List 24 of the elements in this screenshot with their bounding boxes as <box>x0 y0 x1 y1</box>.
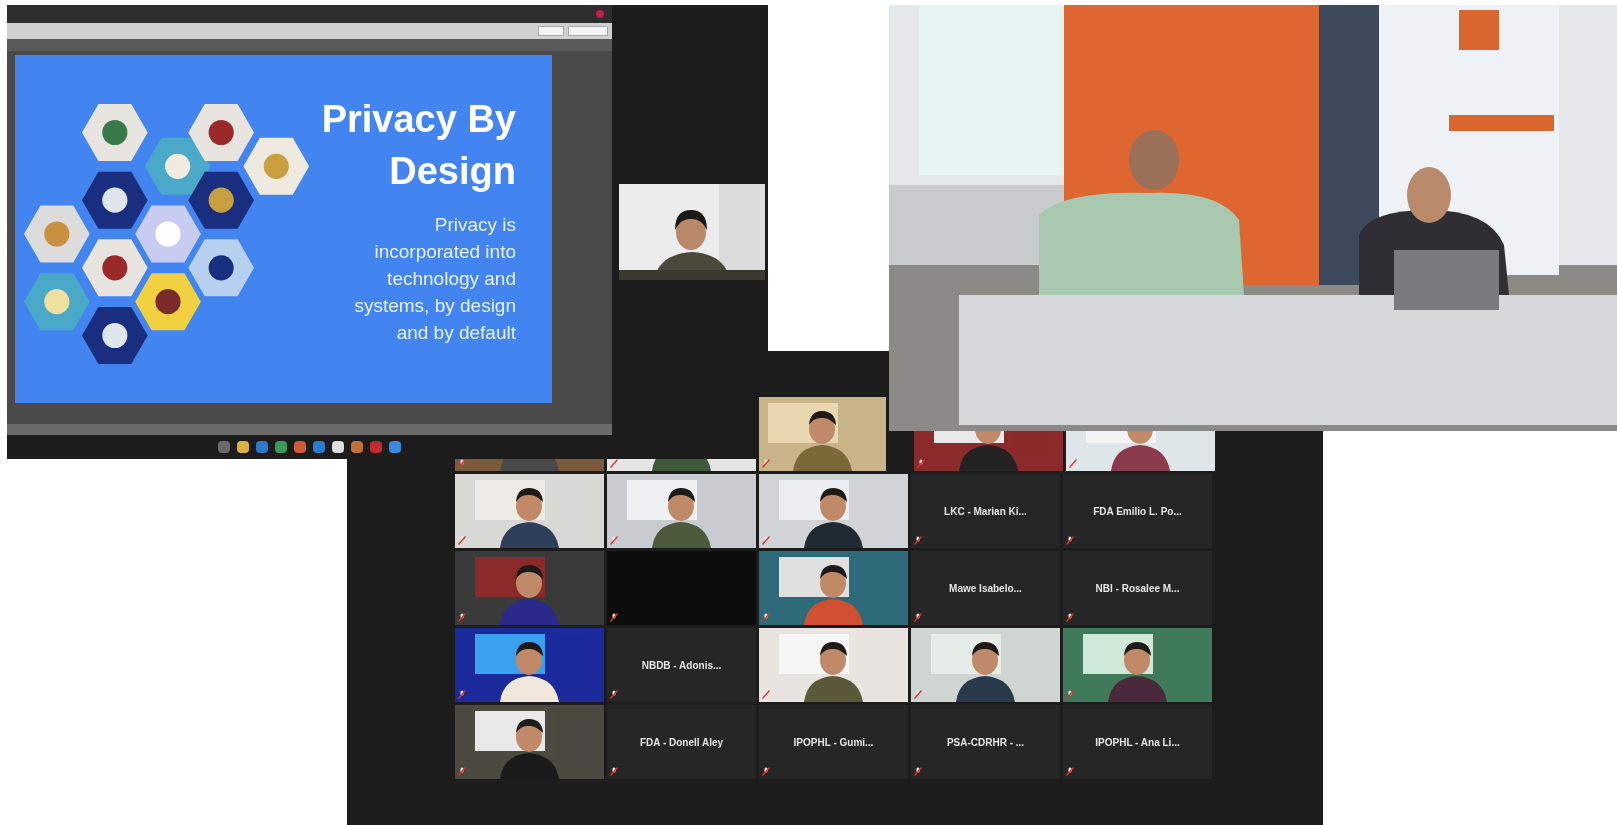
taskbar-app-icon[interactable] <box>237 441 249 453</box>
participant-tile[interactable]: NBDB - Adonis... <box>607 628 756 702</box>
participant-tile[interactable]: IPOPHL - Ana Li... <box>1063 705 1212 779</box>
participant-name: NBDB - Adonis... <box>641 658 722 673</box>
record-icon <box>596 10 604 18</box>
slide-body: Privacy is incorporated into technology and systems, by design and by default <box>353 213 516 345</box>
participant-tile[interactable]: NBI - Rosalee M... <box>1063 551 1212 625</box>
participant-name: LKC - Marian Ki... <box>944 504 1027 519</box>
participant-name: NBI - Rosalee M... <box>1095 581 1180 596</box>
participant-name: FDA - Donell Aley <box>639 735 724 750</box>
participant-tile[interactable]: IPOPHL - Gumi... <box>759 705 908 779</box>
participant-name: IPOPHL - Ana Li... <box>1095 735 1180 750</box>
participant-name: Mawe Isabelo... <box>949 581 1022 596</box>
participant-name: IPOPHL - Gumi... <box>793 735 874 750</box>
participant-tile[interactable]: FDA Emilio L. Po... <box>1063 474 1212 548</box>
participant-tile[interactable]: Mawe Isabelo... <box>911 551 1060 625</box>
participant-tile[interactable]: PSA-CDRHR - ... <box>911 705 1060 779</box>
participant-name: PSA-CDRHR - ... <box>946 735 1025 750</box>
participant-tile[interactable]: LKC - Marian Ki... <box>911 474 1060 548</box>
taskbar-app-icon[interactable] <box>332 441 344 453</box>
participant-tile[interactable] <box>607 551 756 625</box>
participant-tile[interactable]: FDA - Donell Aley <box>607 705 756 779</box>
slide-title: Privacy By Design <box>320 97 516 194</box>
participant-name: FDA Emilio L. Po... <box>1093 504 1182 519</box>
